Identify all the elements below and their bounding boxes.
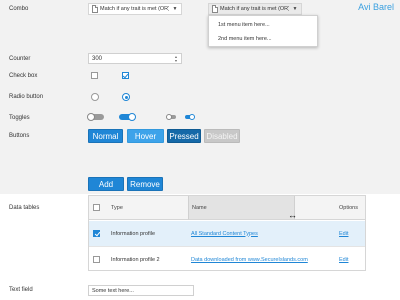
toggle-knob xyxy=(87,113,95,121)
combo-label: Combo xyxy=(9,6,29,12)
remove-button[interactable]: Remove xyxy=(127,177,163,191)
counter-label: Counter xyxy=(9,56,31,62)
select-all-checkbox[interactable] xyxy=(93,204,100,211)
toggle-on-small[interactable] xyxy=(185,113,195,120)
add-button[interactable]: Add xyxy=(88,177,124,191)
row-name-link[interactable]: All Standard Content Types xyxy=(191,221,258,246)
counter-value: 300 xyxy=(92,55,103,62)
edit-link[interactable]: Edit xyxy=(339,247,348,273)
column-resize-cursor-icon: ↔ xyxy=(288,210,297,220)
table-header-options[interactable]: Options xyxy=(295,196,365,220)
toggles-label: Toggles xyxy=(9,115,30,121)
buttons-label: Buttons xyxy=(9,133,30,139)
row-name-link[interactable]: Data downloaded from www.SecureIslands.c… xyxy=(191,247,308,273)
type-header-label: Type xyxy=(111,204,123,211)
checkbox-label: Check box xyxy=(9,73,38,79)
toggle-knob xyxy=(128,113,136,121)
row-checkbox[interactable] xyxy=(93,230,100,237)
table-row[interactable]: Information profile 2 Data downloaded fr… xyxy=(89,247,365,273)
combo-box-open[interactable]: Match if any trait is met (OR) ▼ xyxy=(208,3,302,15)
row-checkbox[interactable] xyxy=(93,256,100,263)
combo-dropdown-menu: 1st menu item here... 2nd menu item here… xyxy=(208,15,318,47)
radio-unselected[interactable] xyxy=(91,93,99,101)
combo-box[interactable]: Match if any trait is met (OR) ▼ xyxy=(88,3,182,15)
counter-stepper[interactable]: 300 ▲ ▼ xyxy=(88,53,182,64)
toggle-on-large[interactable] xyxy=(119,113,136,121)
normal-button[interactable]: Normal xyxy=(88,129,123,143)
toggle-knob xyxy=(166,113,172,120)
row-type: Information profile xyxy=(111,230,156,237)
menu-item-1[interactable]: 1st menu item here... xyxy=(218,22,270,28)
document-icon xyxy=(212,5,218,13)
disabled-button: Disabled xyxy=(204,129,240,143)
text-field-label: Text field xyxy=(9,287,33,293)
chevron-down-icon[interactable]: ▼ xyxy=(169,4,181,14)
name-header-label: Name xyxy=(192,204,207,211)
table-row[interactable]: Information profile All Standard Content… xyxy=(89,221,365,247)
checkbox-unchecked[interactable] xyxy=(91,72,98,79)
radio-selected[interactable] xyxy=(122,93,130,101)
text-input[interactable]: Some text here... xyxy=(88,285,194,296)
document-icon xyxy=(92,5,98,13)
toggle-knob xyxy=(189,113,195,120)
text-input-value: Some text here... xyxy=(92,287,134,294)
chevron-down-icon[interactable]: ▼ xyxy=(289,4,301,14)
toggle-off-large[interactable] xyxy=(87,113,104,121)
edit-link[interactable]: Edit xyxy=(339,221,348,246)
radio-label: Radio button xyxy=(9,94,44,100)
pressed-button[interactable]: Pressed xyxy=(167,129,201,143)
table-header-name[interactable]: Name xyxy=(188,196,295,220)
combo-value-open: Match if any trait is met (OR) xyxy=(220,6,289,12)
table-header-type[interactable]: Type xyxy=(89,196,189,220)
spin-buttons[interactable]: ▲ ▼ xyxy=(173,55,179,63)
data-table: Type Name Options Information profile Al… xyxy=(88,195,366,271)
combo-value: Match if any trait is met (OR) xyxy=(100,6,169,12)
checkbox-checked[interactable] xyxy=(122,72,129,79)
hover-button[interactable]: Hover xyxy=(127,129,164,143)
author-name: Avi Barel xyxy=(358,2,394,12)
controls-background xyxy=(0,0,400,194)
toggle-off-small[interactable] xyxy=(166,113,176,120)
menu-item-2[interactable]: 2nd menu item here... xyxy=(218,36,272,42)
data-tables-label: Data tables xyxy=(9,205,40,211)
row-type: Information profile 2 xyxy=(111,257,160,263)
options-header-label: Options xyxy=(339,204,358,211)
down-arrow-icon[interactable]: ▼ xyxy=(174,59,177,63)
